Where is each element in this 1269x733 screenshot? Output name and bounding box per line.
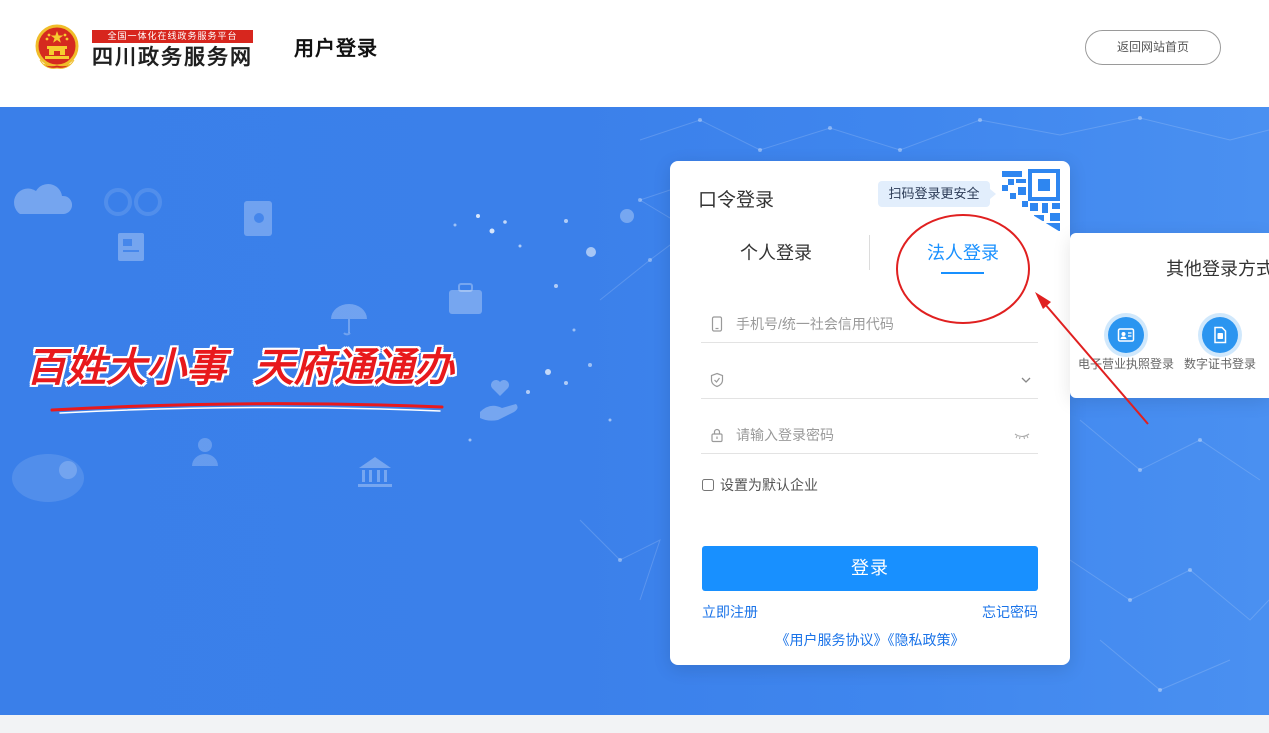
privacy-policy-link[interactable]: 《隐私政策》	[888, 632, 965, 648]
tab-label: 法人登录	[927, 243, 999, 263]
default-company-checkbox[interactable]	[702, 479, 714, 491]
cloud-icon	[13, 183, 73, 214]
account-input[interactable]	[736, 311, 1006, 337]
register-link[interactable]: 立即注册	[702, 602, 758, 622]
tab-personal-login[interactable]: 个人登录	[710, 239, 842, 267]
eye-closed-icon[interactable]	[1014, 428, 1030, 442]
digital-certificate-login-label[interactable]: 数字证书登录	[1165, 356, 1269, 372]
digital-certificate-login-button[interactable]	[1202, 317, 1238, 353]
business-license-login-button[interactable]	[1108, 317, 1144, 353]
page-title: 用户登录	[294, 38, 378, 60]
shield-icon	[710, 372, 724, 388]
tab-legal-person-login[interactable]: 法人登录	[897, 239, 1029, 274]
login-page: 全国一体化在线政务服务平台 四川政务服务网 用户登录 返回网站首页 百姓大小事 …	[0, 0, 1269, 733]
notebook-icon	[244, 201, 272, 236]
account-field	[701, 305, 1038, 343]
hero-background-decor	[12, 116, 1269, 692]
brain-decor	[12, 454, 84, 502]
news-icon	[118, 233, 144, 261]
agreement-links: 《用户服务协议》《隐私政策》	[670, 630, 1070, 650]
default-company-label[interactable]: 设置为默认企业	[720, 475, 818, 495]
tab-label: 个人登录	[740, 243, 812, 263]
password-login-title: 口令登录	[698, 190, 775, 211]
header: 全国一体化在线政务服务平台 四川政务服务网 用户登录 返回网站首页	[0, 0, 1269, 107]
sparkle-dots	[453, 209, 634, 442]
tab-active-underline	[941, 272, 984, 274]
bank-icon	[358, 457, 392, 487]
person-icon	[192, 438, 218, 466]
umbrella-icon	[331, 304, 367, 336]
company-select-field[interactable]	[701, 361, 1038, 399]
other-login-title: 其他登录方式	[1166, 259, 1269, 279]
digital-certificate-icon	[1214, 326, 1227, 344]
slogan: 百姓大小事 天府通通办	[26, 344, 454, 391]
circles-decor	[104, 188, 162, 216]
login-card: 口令登录 扫码登录更安全 个人登录 法人登录 手机号/统一社会信用代码 设置为默…	[670, 161, 1070, 665]
qr-login-tooltip: 扫码登录更安全	[878, 181, 996, 207]
slogan-underline	[50, 402, 444, 414]
business-license-icon	[1117, 328, 1135, 342]
forgot-password-link[interactable]: 忘记密码	[982, 602, 1038, 622]
back-home-button[interactable]: 返回网站首页	[1085, 30, 1221, 65]
password-field	[701, 416, 1038, 454]
site-name: 四川政务服务网	[92, 46, 253, 69]
user-service-agreement-link[interactable]: 《用户服务协议》	[776, 632, 888, 648]
other-login-panel: 其他登录方式 电子营业执照登录 数字证书登录	[1070, 233, 1269, 398]
mobile-phone-icon	[711, 316, 723, 332]
lock-icon	[711, 428, 723, 443]
logo-banner: 全国一体化在线政务服务平台	[92, 30, 253, 43]
briefcase-icon	[449, 283, 482, 314]
password-input[interactable]	[736, 422, 1006, 448]
login-button[interactable]: 登录	[702, 546, 1038, 591]
hero-banner: 百姓大小事 天府通通办	[0, 107, 1269, 715]
footer-strip	[0, 715, 1269, 733]
tab-divider	[869, 235, 870, 270]
chevron-down-icon[interactable]	[1018, 373, 1034, 387]
national-emblem-icon	[35, 24, 79, 69]
hand-heart-icon	[480, 380, 518, 421]
qr-code-icon[interactable]	[1000, 169, 1062, 233]
